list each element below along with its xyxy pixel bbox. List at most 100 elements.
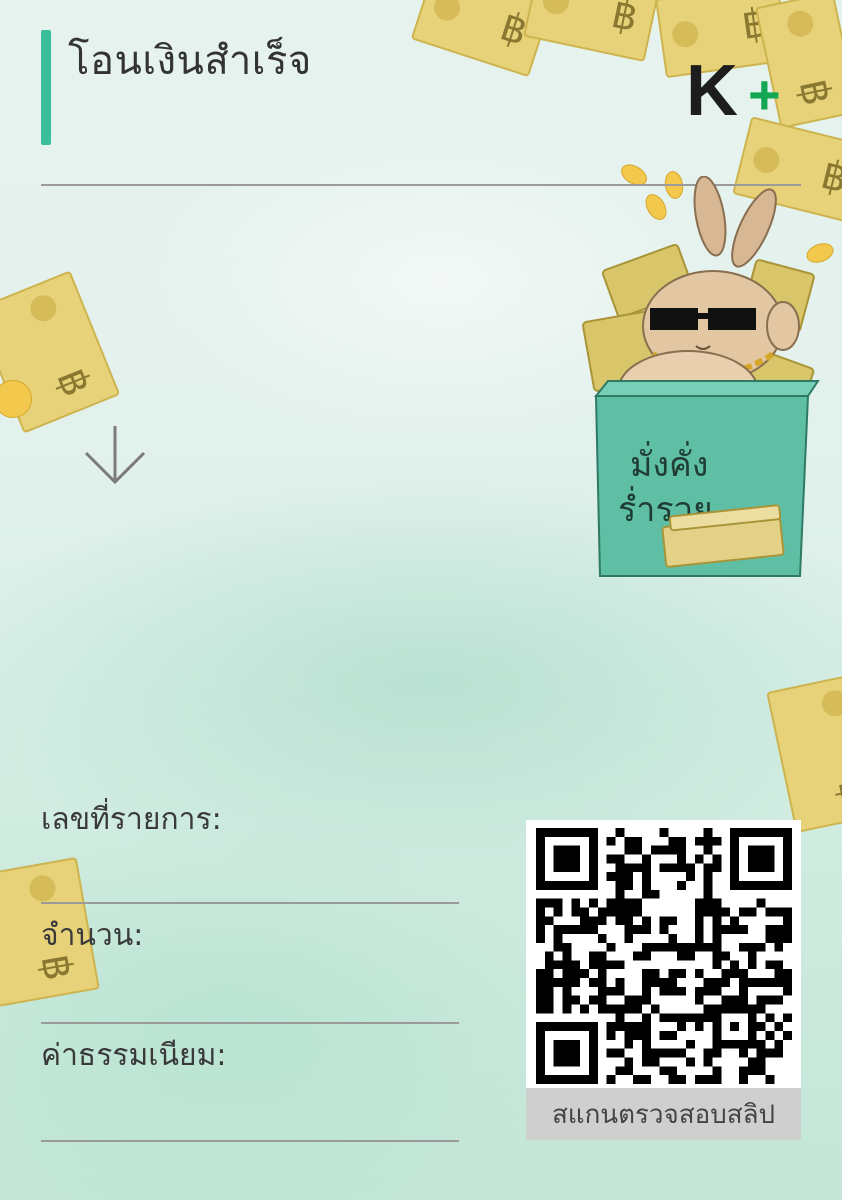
qr-module bbox=[703, 986, 713, 996]
qr-module bbox=[712, 978, 722, 987]
qr-module bbox=[783, 1013, 792, 1023]
qr-module bbox=[650, 1004, 660, 1014]
qr-verification-card[interactable]: สแกนตรวจสอบสลิป bbox=[526, 820, 801, 1140]
qr-module bbox=[694, 836, 704, 846]
qr-module bbox=[756, 1004, 766, 1014]
qr-module bbox=[641, 1039, 651, 1049]
qr-module bbox=[668, 986, 678, 996]
qr-module bbox=[633, 1022, 642, 1032]
qr-module bbox=[756, 978, 766, 987]
qr-module bbox=[562, 986, 572, 996]
qr-module bbox=[553, 960, 563, 970]
qr-module bbox=[562, 951, 572, 961]
qr-module bbox=[624, 995, 634, 1005]
qr-module bbox=[624, 836, 634, 846]
qr-module bbox=[536, 907, 545, 917]
qr-module bbox=[553, 933, 563, 943]
qr-module bbox=[659, 828, 669, 837]
qr-module bbox=[730, 1022, 740, 1032]
qr-module bbox=[721, 925, 731, 934]
qr-module bbox=[615, 1013, 625, 1023]
qr-module bbox=[641, 1022, 651, 1032]
qr-module bbox=[730, 916, 740, 926]
qr-module bbox=[756, 1057, 766, 1067]
qr-module bbox=[739, 907, 748, 917]
qr-module bbox=[774, 969, 784, 979]
qr-module bbox=[615, 889, 625, 899]
qr-module bbox=[588, 960, 598, 970]
qr-module bbox=[624, 1039, 634, 1049]
qr-module bbox=[562, 978, 572, 987]
qr-module bbox=[712, 898, 722, 908]
qr-module bbox=[615, 1022, 625, 1032]
qr-module bbox=[739, 1066, 748, 1076]
qr-module bbox=[703, 836, 713, 846]
qr-module bbox=[730, 995, 740, 1005]
qr-module bbox=[624, 863, 634, 873]
qr-code[interactable] bbox=[536, 828, 792, 1084]
qr-module bbox=[536, 916, 545, 926]
qr-module bbox=[703, 1057, 713, 1067]
qr-module bbox=[668, 845, 678, 855]
qr-module bbox=[774, 942, 784, 952]
qr-module bbox=[633, 1004, 642, 1014]
qr-module bbox=[641, 942, 651, 952]
qr-module bbox=[606, 907, 616, 917]
qr-module bbox=[765, 925, 775, 934]
qr-module bbox=[677, 942, 687, 952]
qr-module bbox=[659, 863, 669, 873]
qr-module bbox=[606, 836, 616, 846]
qr-module bbox=[694, 854, 704, 864]
qr-module bbox=[774, 1048, 784, 1058]
qr-module bbox=[774, 933, 784, 943]
qr-module bbox=[765, 995, 775, 1005]
qr-module bbox=[686, 942, 695, 952]
qr-module bbox=[606, 1031, 616, 1040]
qr-module bbox=[730, 960, 740, 970]
qr-module bbox=[730, 969, 740, 979]
amount-label: จำนวน: bbox=[41, 918, 144, 953]
qr-module bbox=[686, 863, 695, 873]
qr-module bbox=[783, 986, 792, 996]
qr-module bbox=[641, 986, 651, 996]
transaction-id-label: เลขที่รายการ: bbox=[41, 802, 222, 837]
kplus-logo: K + bbox=[686, 51, 806, 136]
qr-module bbox=[677, 863, 687, 873]
qr-module bbox=[641, 969, 651, 979]
qr-module bbox=[783, 933, 792, 943]
qr-module bbox=[694, 986, 704, 996]
page-title: โอนเงินสำเร็จ bbox=[68, 38, 312, 84]
qr-module bbox=[597, 907, 607, 917]
qr-module bbox=[650, 1048, 660, 1058]
qr-module bbox=[783, 969, 792, 979]
qr-module bbox=[633, 845, 642, 855]
qr-module bbox=[597, 995, 607, 1005]
qr-module bbox=[641, 1057, 651, 1067]
qr-module bbox=[659, 925, 669, 934]
qr-module bbox=[765, 1075, 775, 1084]
qr-module bbox=[677, 845, 687, 855]
qr-module bbox=[668, 978, 678, 987]
qr-module bbox=[694, 933, 704, 943]
qr-module bbox=[783, 907, 792, 917]
qr-module bbox=[783, 916, 792, 926]
qr-module bbox=[597, 933, 607, 943]
qr-module bbox=[615, 1048, 625, 1058]
qr-module bbox=[641, 995, 651, 1005]
qr-module bbox=[553, 925, 563, 934]
qr-module bbox=[686, 1013, 695, 1023]
qr-module bbox=[712, 942, 722, 952]
qr-module bbox=[747, 951, 757, 961]
qr-module bbox=[641, 925, 651, 934]
qr-caption: สแกนตรวจสอบสลิป bbox=[526, 1088, 801, 1140]
qr-module bbox=[633, 925, 642, 934]
qr-module bbox=[650, 969, 660, 979]
qr-module bbox=[747, 1057, 757, 1067]
qr-module bbox=[686, 1057, 695, 1067]
transaction-id-divider bbox=[41, 902, 459, 904]
qr-module bbox=[659, 1066, 669, 1076]
qr-module bbox=[650, 942, 660, 952]
qr-module bbox=[703, 1048, 713, 1058]
qr-module bbox=[721, 951, 731, 961]
qr-module bbox=[668, 1013, 678, 1023]
